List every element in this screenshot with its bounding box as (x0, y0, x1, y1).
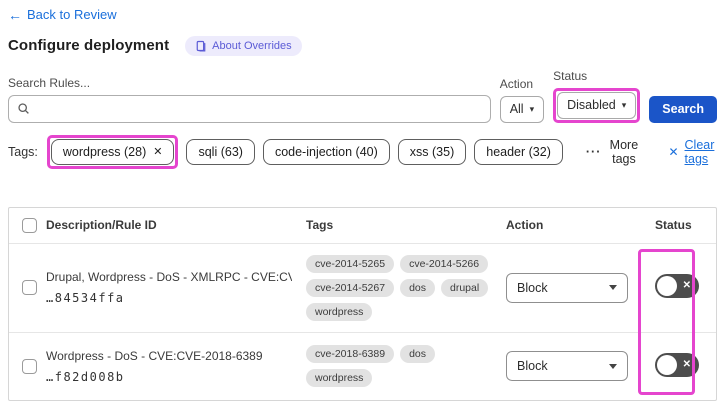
more-tags-label: More tags (609, 137, 639, 166)
tag-chip[interactable]: sqli (63) (186, 138, 255, 165)
action-select[interactable]: Block (506, 351, 628, 381)
rule-tags: cve-2014-5265 cve-2014-5266 cve-2014-5267 d… (306, 254, 506, 321)
action-dropdown-value: All (509, 102, 524, 116)
clear-tags-link[interactable]: ✕ Clear tags (668, 138, 717, 166)
rule-tag-pill: cve-2014-5267 (306, 278, 395, 297)
back-arrow-icon: ← (8, 6, 22, 23)
rule-tag-pill: dos (400, 345, 435, 363)
status-label: Status (553, 68, 588, 83)
tag-chip[interactable]: code-injection (40) (262, 138, 390, 165)
rule-tag-pill: wordpress (306, 369, 373, 387)
search-input[interactable] (36, 100, 482, 117)
about-overrides-badge[interactable]: About Overrides (185, 35, 302, 56)
rules-table: Description/Rule ID Tags Action Status D… (8, 206, 717, 401)
toggle-x-icon: ✕ (682, 280, 691, 291)
rule-tags: cve-2018-6389 dos wordpress (306, 345, 506, 387)
rule-description: Drupal, Wordpress - DoS - XMLRPC - CVE:C… (46, 270, 292, 284)
status-dropdown-value: Disabled (567, 98, 616, 112)
action-dropdown[interactable]: All ▾ (499, 95, 545, 123)
back-to-review-link[interactable]: ← Back to Review (8, 7, 117, 22)
about-overrides-label: About Overrides (212, 39, 292, 52)
search-rules-label: Search Rules... (8, 75, 91, 90)
rule-description: Wordpress - DoS - CVE:CVE-2018-6389 (46, 348, 263, 363)
chevron-down-icon (609, 363, 617, 369)
action-select-value: Block (517, 359, 548, 373)
clear-x-icon: ✕ (668, 144, 679, 159)
chevron-down-icon (609, 285, 617, 290)
col-header-status: Status (655, 218, 692, 232)
tag-chip-list: sqli (63) code-injection (40) xss (35) head… (186, 138, 563, 165)
search-box[interactable] (8, 94, 491, 123)
table-body: Drupal, Wordpress - DoS - XMLRPC - CVE:C… (9, 242, 716, 400)
search-button[interactable]: Search (649, 95, 717, 123)
rule-tag-pill: cve-2014-5266 (400, 254, 489, 273)
status-dropdown[interactable]: Disabled ▾ (557, 91, 637, 119)
tags-label: Tags: (8, 144, 38, 159)
col-header-tags: Tags (306, 218, 334, 232)
book-icon (196, 40, 206, 51)
tag-chip[interactable]: header (32) (474, 138, 563, 165)
ellipsis-icon: ··· (585, 144, 602, 159)
row-checkbox[interactable] (22, 358, 37, 374)
toggle-knob (657, 354, 677, 375)
tags-bar: Tags: wordpress (28) ✕ sqli (63) code-inj… (8, 134, 717, 169)
title-row: Configure deployment About Overrides (8, 35, 717, 56)
action-select[interactable]: Block (506, 272, 628, 303)
filter-row: Search Rules... Action All ▾ Status Disa… (8, 69, 717, 123)
rule-id: …84534ffa (46, 291, 125, 305)
tag-chip[interactable]: xss (35) (397, 138, 467, 165)
remove-tag-icon[interactable]: ✕ (153, 145, 162, 158)
rule-tag-pill: cve-2018-6389 (306, 345, 395, 363)
search-icon (18, 103, 29, 114)
more-tags-button[interactable]: ··· More tags (580, 137, 645, 167)
col-header-description: Description/Rule ID (46, 218, 157, 232)
rule-tag-pill: dos (400, 278, 435, 297)
toggle-x-icon: ✕ (682, 358, 691, 370)
chevron-down-icon: ▾ (529, 103, 535, 114)
toggle-knob (657, 276, 677, 296)
rule-id: …f82d008b (46, 369, 125, 384)
rule-tag-pill: wordpress (306, 302, 373, 321)
table-row: Wordpress - DoS - CVE:CVE-2018-6389 …f82… (9, 331, 716, 400)
clear-tags-label: Clear tags (684, 137, 715, 166)
configure-deployment-page: ← Back to Review Configure deployment Ab… (0, 0, 725, 401)
row-checkbox[interactable] (22, 280, 37, 295)
back-link-label: Back to Review (27, 7, 117, 22)
status-toggle[interactable]: ✕ (655, 352, 699, 377)
tag-chip-wordpress[interactable]: wordpress (28) ✕ (50, 138, 175, 165)
page-title: Configure deployment (8, 37, 170, 54)
select-all-checkbox[interactable] (22, 217, 37, 233)
col-header-action: Action (506, 218, 544, 232)
rule-tag-pill: cve-2014-5265 (306, 254, 395, 273)
tag-chip-label: wordpress (28) (62, 144, 147, 159)
action-select-value: Block (517, 280, 548, 295)
status-toggle[interactable]: ✕ (655, 274, 699, 298)
status-dropdown-highlight: Disabled ▾ (553, 87, 641, 123)
table-row: Drupal, Wordpress - DoS - XMLRPC - CVE:C… (9, 242, 716, 332)
selected-tag-highlight: wordpress (28) ✕ (46, 134, 179, 169)
rule-tag-pill: drupal (441, 278, 489, 297)
table-header-row: Description/Rule ID Tags Action Status (9, 208, 716, 243)
action-label: Action (499, 76, 534, 91)
chevron-down-icon: ▾ (621, 99, 627, 110)
